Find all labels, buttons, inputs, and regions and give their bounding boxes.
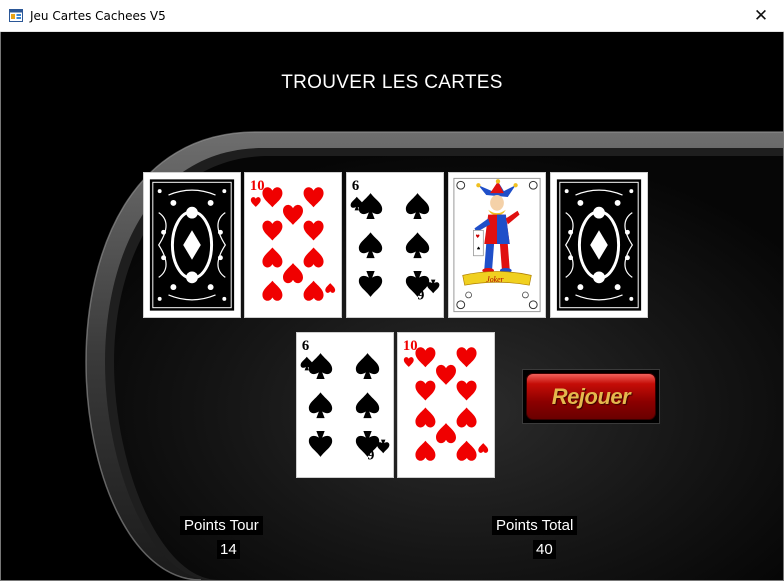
app-icon [9, 9, 23, 22]
total-points-value: 40 [533, 540, 556, 559]
card-joker[interactable]: ♥ ♠ Joker [448, 172, 546, 318]
card-back-image [551, 173, 647, 317]
replay-button-label: Rejouer [551, 383, 631, 409]
card-rank-top: 6 [302, 338, 309, 354]
card-rank-bottom: 10 [308, 286, 323, 302]
replay-button-face: Rejouer [526, 373, 656, 420]
svg-text:♥: ♥ [475, 234, 479, 240]
round-points-label: Points Tour [180, 516, 263, 535]
card-rank-top: 10 [250, 178, 265, 194]
joker-face: ♥ ♠ Joker [449, 173, 545, 317]
card-ten-of-hearts[interactable]: 10 10 [244, 172, 342, 318]
total-points-label: Points Total [492, 516, 578, 535]
card-hidden-1[interactable] [143, 172, 241, 318]
game-heading: TROUVER LES CARTES [281, 72, 503, 93]
game-area: TROUVER LES CARTES 10 10 6 6 ♥ ♠ Joker 6… [0, 32, 784, 581]
card-hidden-2[interactable] [550, 172, 648, 318]
card-rank-top: 10 [403, 338, 418, 354]
svg-text:♠: ♠ [476, 246, 480, 252]
close-button[interactable]: ✕ [738, 0, 784, 31]
title-bar: Jeu Cartes Cachees V5 ✕ [0, 0, 784, 32]
window-title: Jeu Cartes Cachees V5 [30, 9, 166, 23]
joker-banner-text: Joker [486, 275, 504, 284]
card-rank-top: 6 [352, 178, 359, 194]
ten-of-hearts-face: 10 10 [398, 333, 494, 477]
card-back-image [144, 173, 240, 317]
card-rank-bottom: 6 [417, 286, 424, 302]
round-points-value: 14 [217, 540, 240, 559]
card-rank-bottom: 10 [461, 446, 476, 462]
six-of-spades-face: 6 6 [347, 173, 443, 317]
card-six-of-spades[interactable]: 6 6 [346, 172, 444, 318]
found-card-six-of-spades: 6 6 [296, 332, 394, 478]
ten-of-hearts-face: 10 10 [245, 173, 341, 317]
card-rank-bottom: 6 [367, 446, 374, 462]
six-of-spades-face: 6 6 [297, 333, 393, 477]
close-icon: ✕ [753, 5, 769, 26]
found-card-ten-of-hearts: 10 10 [397, 332, 495, 478]
replay-button[interactable]: Rejouer [522, 369, 660, 424]
